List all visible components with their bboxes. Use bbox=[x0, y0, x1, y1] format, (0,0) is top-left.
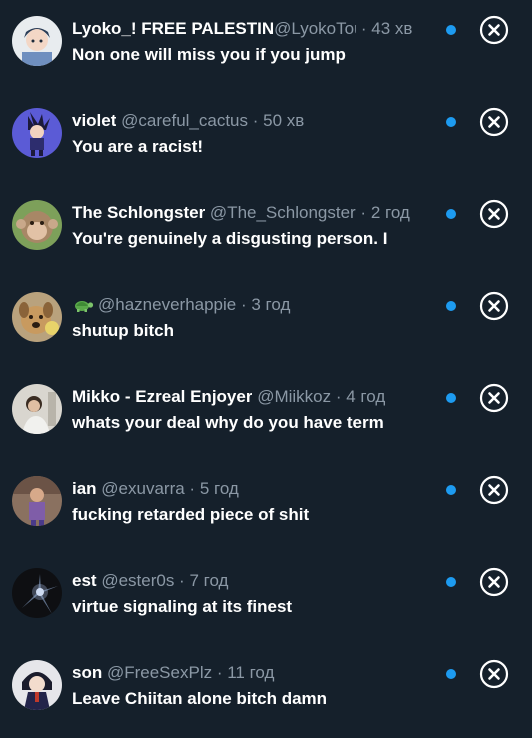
notification-header: violet @careful_cactus · 50 хв bbox=[72, 110, 432, 132]
user-handle[interactable]: @FreeSexPlz bbox=[107, 662, 212, 684]
notification-item[interactable]: son @FreeSexPlz · 11 год Leave Chiitan a… bbox=[0, 644, 532, 736]
unread-dot bbox=[446, 393, 456, 403]
avatar[interactable] bbox=[12, 568, 62, 618]
separator: · bbox=[331, 387, 347, 406]
dismiss-button[interactable] bbox=[478, 106, 510, 138]
close-circle-icon bbox=[479, 659, 509, 689]
notification-item[interactable]: Lyoko_! FREE PALESTIN@LyokoTou · 43 хв N… bbox=[0, 0, 532, 92]
unread-dot bbox=[446, 117, 456, 127]
dismiss-button[interactable] bbox=[478, 474, 510, 506]
notification-header: ian @exuvarra · 5 год bbox=[72, 478, 432, 500]
close-circle-icon bbox=[479, 107, 509, 137]
timestamp[interactable]: 4 год bbox=[346, 387, 385, 406]
timestamp[interactable]: 5 год bbox=[200, 479, 239, 498]
message-text: shutup bitch bbox=[72, 321, 174, 340]
notification-header: @hazneverhappie · 3 год bbox=[72, 294, 432, 316]
user-handle[interactable]: @The_Schlongster bbox=[210, 202, 356, 224]
timestamp[interactable]: 3 год bbox=[251, 295, 290, 314]
timestamp[interactable]: 7 год bbox=[189, 571, 228, 590]
timestamp[interactable]: 2 год bbox=[371, 203, 410, 222]
dismiss-button[interactable] bbox=[478, 290, 510, 322]
message-text: Non one will miss you if you jump bbox=[72, 45, 346, 64]
person-avatar bbox=[12, 384, 62, 434]
notification-item[interactable]: est @ester0s · 7 год virtue signaling at… bbox=[0, 552, 532, 644]
notification-item[interactable]: violet @careful_cactus · 50 хв You are a… bbox=[0, 92, 532, 184]
avatar[interactable] bbox=[12, 16, 62, 66]
user-name[interactable]: The Schlongster bbox=[72, 202, 205, 224]
unread-dot bbox=[446, 669, 456, 679]
user-handle[interactable]: @LyokoTou bbox=[274, 18, 356, 40]
separator: · bbox=[355, 203, 371, 222]
message-text: whats your deal why do you have term bbox=[72, 413, 384, 432]
turtle-icon bbox=[72, 294, 94, 316]
user-name[interactable]: son bbox=[72, 662, 102, 684]
notification-item[interactable]: Mikko - Ezreal Enjoyer @Miikkoz · 4 год … bbox=[0, 368, 532, 460]
notification-list: Lyoko_! FREE PALESTIN@LyokoTou · 43 хв N… bbox=[0, 0, 532, 738]
unread-dot bbox=[446, 301, 456, 311]
user-handle[interactable]: @Miikkoz bbox=[257, 386, 331, 408]
user-name[interactable]: est bbox=[72, 570, 97, 592]
user-handle[interactable]: @ester0s bbox=[101, 570, 174, 592]
monkey-avatar bbox=[12, 200, 62, 250]
separator: · bbox=[248, 111, 264, 130]
dismiss-button[interactable] bbox=[478, 382, 510, 414]
close-circle-icon bbox=[479, 291, 509, 321]
separator: · bbox=[174, 571, 190, 590]
notification-header: Lyoko_! FREE PALESTIN@LyokoTou · 43 хв bbox=[72, 18, 432, 40]
anime-character-avatar bbox=[12, 108, 62, 158]
notification-item[interactable]: ian @exuvarra · 5 год fucking retarded p… bbox=[0, 460, 532, 552]
user-name[interactable]: violet bbox=[72, 110, 116, 132]
avatar[interactable] bbox=[12, 476, 62, 526]
user-name[interactable]: Mikko - Ezreal Enjoyer bbox=[72, 386, 252, 408]
dismiss-button[interactable] bbox=[478, 14, 510, 46]
separator: · bbox=[356, 19, 372, 38]
user-handle[interactable]: @exuvarra bbox=[101, 478, 184, 500]
close-circle-icon bbox=[479, 383, 509, 413]
anime-character-avatar bbox=[12, 660, 62, 710]
separator: · bbox=[212, 663, 228, 682]
message-text: You're genuinely a disgusting person. I bbox=[72, 229, 388, 248]
dismiss-button[interactable] bbox=[478, 198, 510, 230]
notification-item[interactable]: @hazneverhappie · 3 год shutup bitch bbox=[0, 276, 532, 368]
notification-header: est @ester0s · 7 год bbox=[72, 570, 432, 592]
notification-item[interactable]: The Schlongster @The_Schlongster · 2 год… bbox=[0, 184, 532, 276]
notification-header: Mikko - Ezreal Enjoyer @Miikkoz · 4 год bbox=[72, 386, 432, 408]
close-circle-icon bbox=[479, 567, 509, 597]
message-text: virtue signaling at its finest bbox=[72, 597, 293, 616]
unread-dot bbox=[446, 577, 456, 587]
timestamp[interactable]: 50 хв bbox=[263, 111, 304, 130]
light-burst-avatar bbox=[12, 568, 62, 618]
avatar[interactable] bbox=[12, 292, 62, 342]
unread-dot bbox=[446, 25, 456, 35]
dismiss-button[interactable] bbox=[478, 658, 510, 690]
user-name[interactable]: Lyoko_! FREE PALESTIN bbox=[72, 18, 274, 40]
avatar[interactable] bbox=[12, 200, 62, 250]
separator: · bbox=[236, 295, 252, 314]
timestamp[interactable]: 11 год bbox=[227, 663, 274, 682]
dismiss-button[interactable] bbox=[478, 566, 510, 598]
close-circle-icon bbox=[479, 475, 509, 505]
message-text: You are a racist! bbox=[72, 137, 204, 156]
avatar[interactable] bbox=[12, 384, 62, 434]
anime-character-avatar bbox=[12, 16, 62, 66]
message-text: Leave Chiitan alone bitch damn bbox=[72, 689, 328, 708]
unread-dot bbox=[446, 485, 456, 495]
user-handle[interactable]: @careful_cactus bbox=[121, 110, 248, 132]
avatar[interactable] bbox=[12, 108, 62, 158]
dog-avatar bbox=[12, 292, 62, 342]
notification-header: son @FreeSexPlz · 11 год bbox=[72, 662, 432, 684]
user-handle[interactable]: @hazneverhappie bbox=[98, 294, 236, 316]
separator: · bbox=[184, 479, 200, 498]
user-name[interactable]: ian bbox=[72, 478, 97, 500]
notification-header: The Schlongster @The_Schlongster · 2 год bbox=[72, 202, 432, 224]
avatar[interactable] bbox=[12, 660, 62, 710]
timestamp[interactable]: 43 хв bbox=[371, 19, 412, 38]
message-text: fucking retarded piece of shit bbox=[72, 505, 310, 524]
close-circle-icon bbox=[479, 199, 509, 229]
close-circle-icon bbox=[479, 15, 509, 45]
unread-dot bbox=[446, 209, 456, 219]
person-avatar bbox=[12, 476, 62, 526]
